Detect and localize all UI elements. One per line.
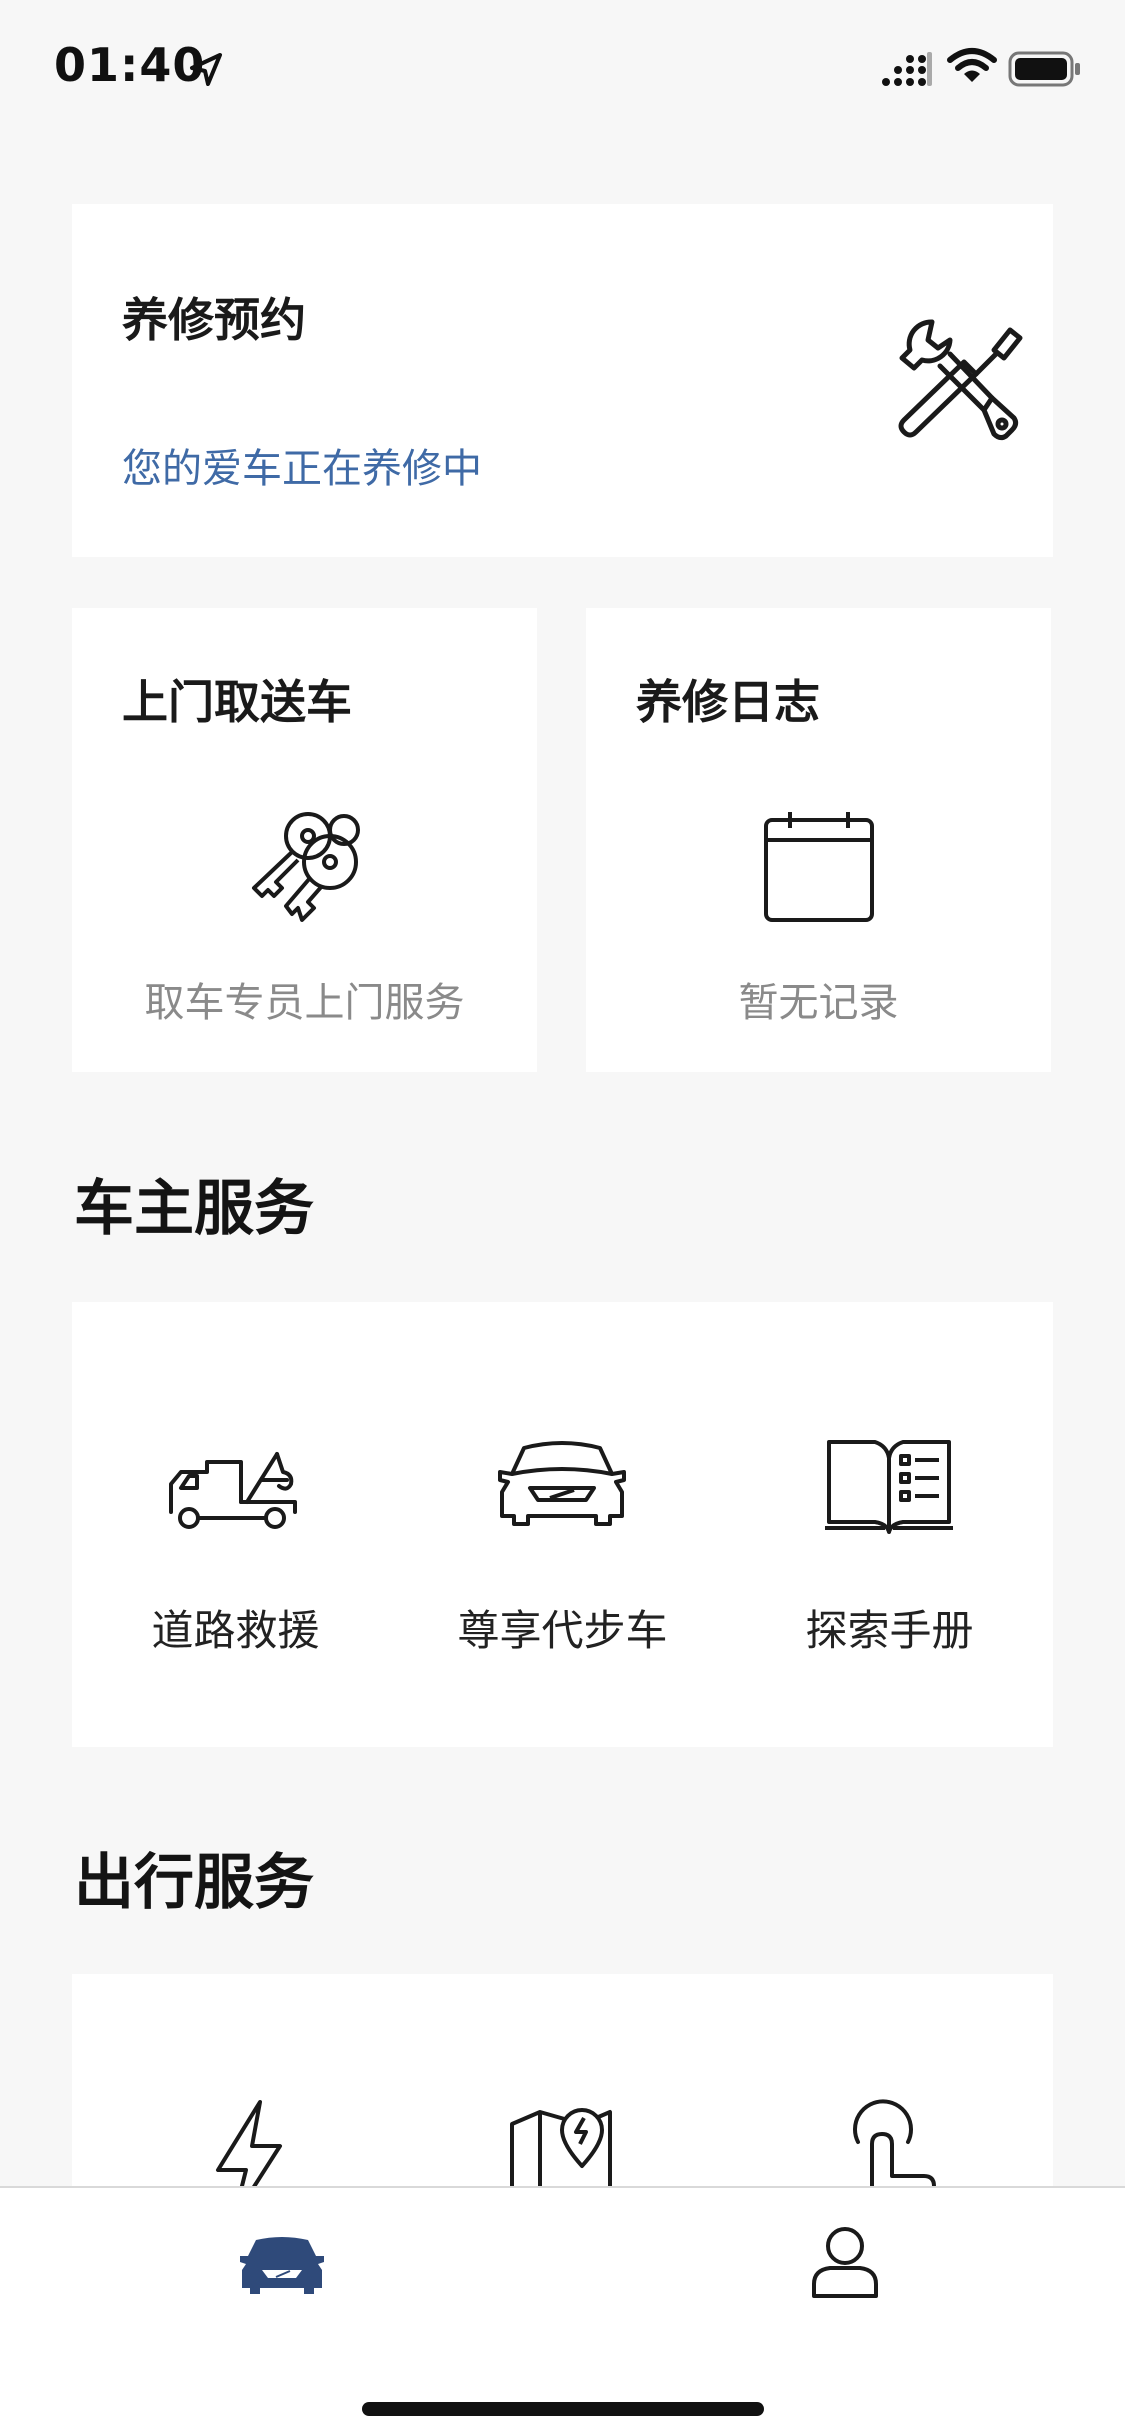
wifi-icon (947, 48, 997, 82)
tools-icon (898, 319, 1023, 441)
service-manual-label: 探索手册 (805, 1606, 974, 1655)
car-front-icon (498, 1441, 626, 1526)
service-road-rescue[interactable]: 道路救援 (72, 1302, 399, 1747)
pickup-subtitle: 取车专员上门服务 (144, 980, 465, 1026)
signal-icon (882, 52, 932, 86)
calendar-icon (764, 812, 874, 922)
owner-services-title: 车主服务 (74, 1174, 314, 1244)
tow-truck-icon (169, 1452, 297, 1529)
manual-book-icon (825, 1440, 953, 1534)
service-manual[interactable]: 探索手册 (726, 1302, 1053, 1747)
owner-services-card: 道路救援 尊享代步车 探索手册 (72, 1302, 1053, 1747)
travel-services-title: 出行服务 (74, 1848, 314, 1918)
screen: 01:40 养修预约 您的爱车正在养修中 上门取送车 取车专员上门服务 养修日志… (0, 0, 1125, 2436)
maintenance-log-card[interactable]: 养修日志 暂无记录 (586, 608, 1051, 1072)
service-courtesy-car-label: 尊享代步车 (457, 1606, 668, 1655)
log-title: 养修日志 (636, 675, 820, 729)
service-road-rescue-label: 道路救援 (151, 1606, 320, 1655)
location-arrow-icon (190, 53, 222, 86)
pickup-title: 上门取送车 (122, 675, 352, 729)
service-courtesy-car[interactable]: 尊享代步车 (399, 1302, 726, 1747)
pickup-delivery-card[interactable]: 上门取送车 取车专员上门服务 (72, 608, 537, 1072)
keys-icon (252, 812, 360, 922)
home-indicator (362, 2402, 764, 2416)
battery-icon (1008, 51, 1080, 87)
status-bar: 01:40 (0, 0, 1125, 132)
maintenance-status-text: 您的爱车正在养修中 (122, 446, 482, 492)
maintenance-title: 养修预约 (122, 293, 306, 347)
tab-bar (0, 2186, 1125, 2436)
car-tab-icon[interactable] (236, 2232, 328, 2298)
log-subtitle: 暂无记录 (738, 980, 899, 1026)
maintenance-booking-card[interactable]: 养修预约 您的爱车正在养修中 (72, 204, 1053, 557)
profile-tab-icon[interactable] (810, 2224, 880, 2300)
status-time: 01:40 (54, 38, 206, 92)
